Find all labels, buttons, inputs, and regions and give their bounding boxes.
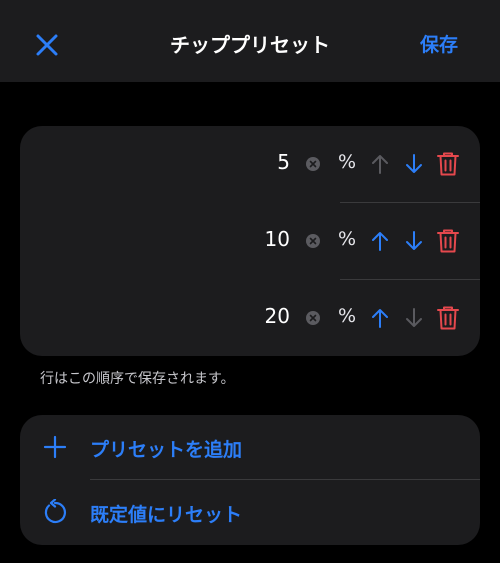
move-down-button[interactable] xyxy=(403,306,425,330)
preset-row: 20 % xyxy=(20,280,480,356)
arrow-down-icon xyxy=(406,308,422,327)
percent-unit-label: % xyxy=(338,228,357,250)
trash-icon xyxy=(437,306,459,330)
move-down-button[interactable] xyxy=(403,229,425,253)
reset-defaults-button[interactable]: 既定値にリセット xyxy=(20,480,480,544)
clear-icon xyxy=(309,237,317,245)
actions-list: プリセットを追加 既定値にリセット xyxy=(20,415,480,545)
arrow-down-icon xyxy=(406,154,422,173)
save-button[interactable]: 保存 xyxy=(420,30,458,57)
percent-unit-label: % xyxy=(338,151,357,173)
add-preset-button[interactable]: プリセットを追加 xyxy=(20,415,480,479)
move-down-button[interactable] xyxy=(403,152,425,176)
clear-value-button[interactable] xyxy=(306,234,320,248)
delete-button[interactable] xyxy=(436,151,460,177)
clear-value-button[interactable] xyxy=(306,311,320,325)
preset-value-input[interactable]: 10 xyxy=(265,227,290,251)
percent-unit-label: % xyxy=(338,305,357,327)
move-up-button[interactable] xyxy=(369,229,391,253)
arrow-down-icon xyxy=(406,231,422,250)
preset-value-input[interactable]: 20 xyxy=(265,304,290,328)
preset-list: 5 % 10 % 20 % xyxy=(20,126,480,356)
delete-button[interactable] xyxy=(436,228,460,254)
clear-value-button[interactable] xyxy=(306,157,320,171)
move-up-button[interactable] xyxy=(369,152,391,176)
clear-icon xyxy=(309,314,317,322)
plus-icon xyxy=(43,435,67,459)
clear-icon xyxy=(309,160,317,168)
arrow-up-icon xyxy=(372,309,388,328)
arrow-up-icon xyxy=(372,155,388,174)
delete-button[interactable] xyxy=(436,305,460,331)
reset-defaults-label: 既定値にリセット xyxy=(90,504,243,526)
preset-row: 10 % xyxy=(20,203,480,279)
preset-row: 5 % xyxy=(20,126,480,202)
trash-icon xyxy=(437,152,459,176)
navigation-bar: チッププリセット 保存 xyxy=(0,0,500,82)
order-footnote: 行はこの順序で保存されます。 xyxy=(40,371,235,387)
add-preset-label: プリセットを追加 xyxy=(90,439,243,461)
preset-value-input[interactable]: 5 xyxy=(277,150,290,174)
arrow-up-icon xyxy=(372,232,388,251)
reset-icon xyxy=(44,499,67,524)
trash-icon xyxy=(437,229,459,253)
move-up-button[interactable] xyxy=(369,306,391,330)
